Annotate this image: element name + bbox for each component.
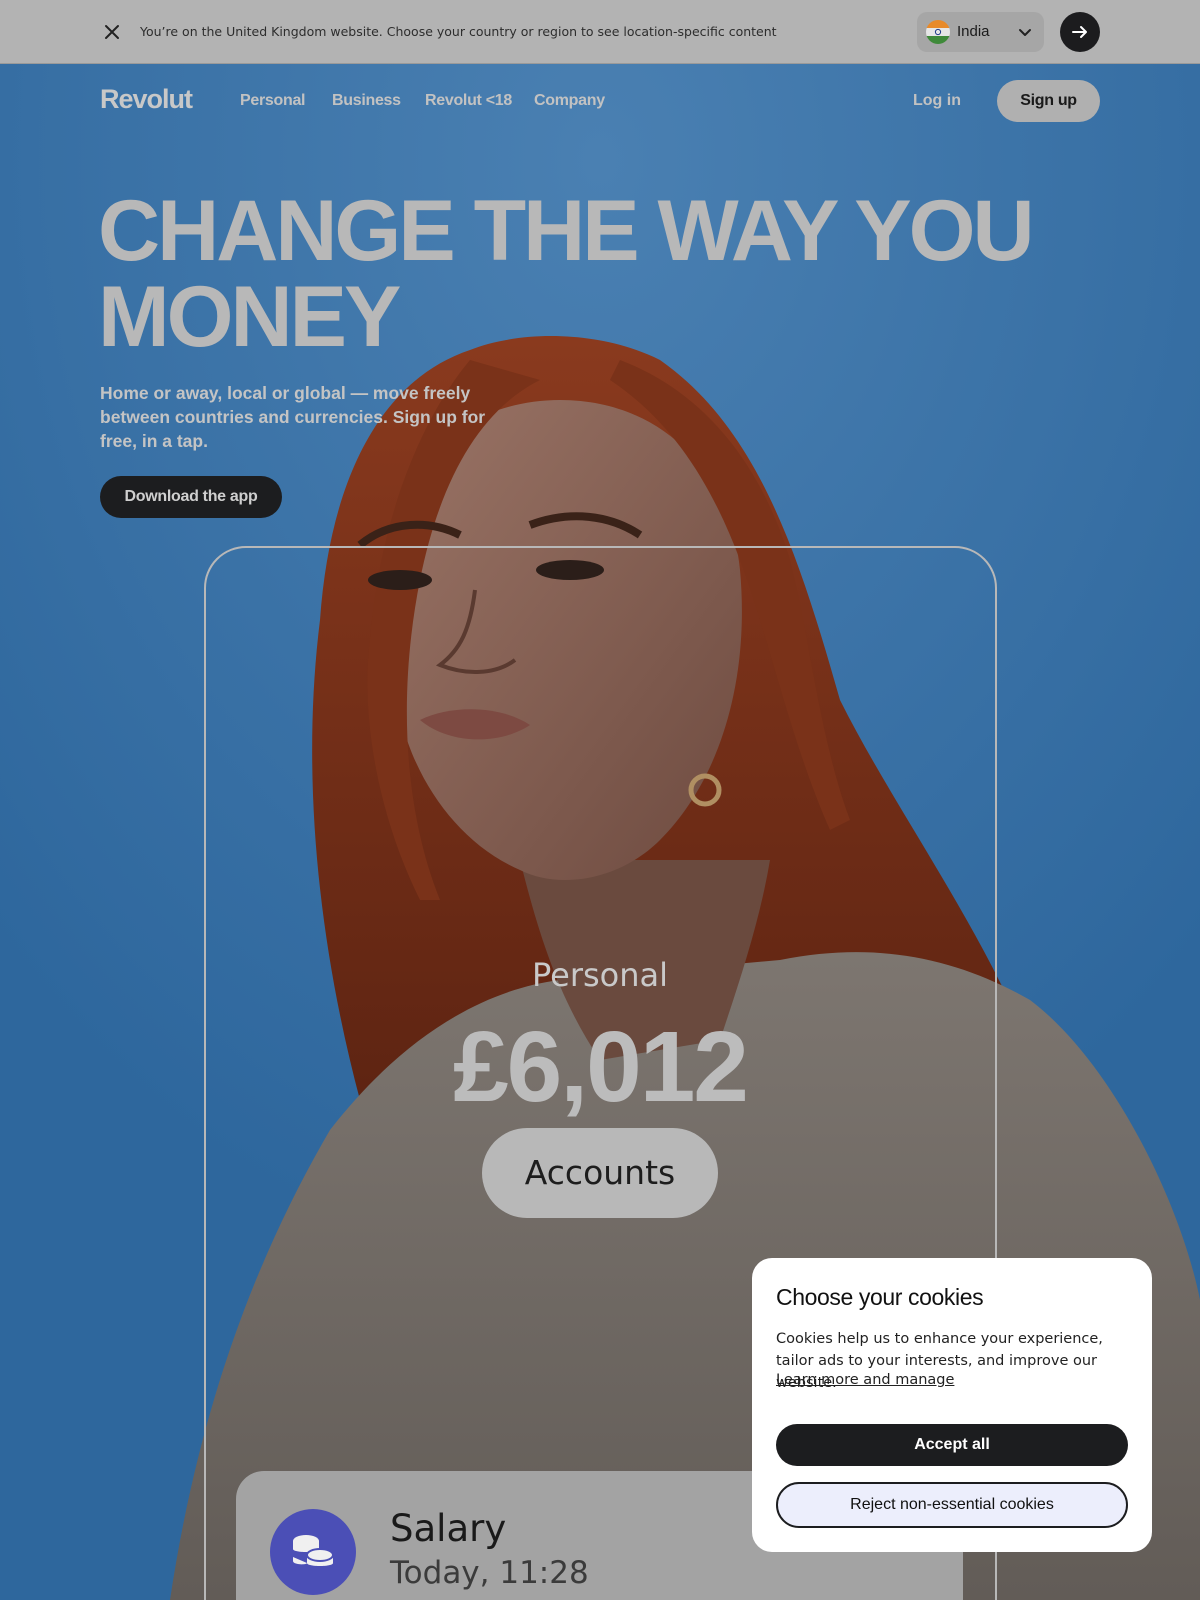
transaction-title: Salary xyxy=(390,1507,507,1550)
nav-link-revolut-under-18[interactable]: Revolut <18 xyxy=(425,92,512,110)
hero-headline-line-2: MONEY xyxy=(98,269,401,365)
account-balance: £6,012 xyxy=(453,1011,749,1123)
coins-icon xyxy=(270,1509,356,1595)
nav-link-business[interactable]: Business xyxy=(332,92,401,110)
main-nav: Revolut Personal Business Revolut <18 Co… xyxy=(0,64,1200,136)
hero-headline-line-1: CHANGE THE WAY YOU xyxy=(98,183,1035,279)
accounts-button[interactable]: Accounts xyxy=(482,1128,718,1218)
chevron-down-icon xyxy=(1017,24,1033,40)
cookie-dialog: Choose your cookies Cookies help us to e… xyxy=(752,1258,1152,1552)
revolut-logo[interactable]: Revolut xyxy=(100,84,193,115)
location-banner: You’re on the United Kingdom website. Ch… xyxy=(0,0,1200,64)
reject-cookies-button[interactable]: Reject non-essential cookies xyxy=(776,1482,1128,1528)
india-flag-icon xyxy=(926,20,950,44)
cookie-title: Choose your cookies xyxy=(776,1284,984,1310)
nav-link-company[interactable]: Company xyxy=(534,92,605,110)
login-link[interactable]: Log in xyxy=(913,92,961,110)
accept-all-cookies-button[interactable]: Accept all xyxy=(776,1424,1128,1466)
hero-subtext: Home or away, local or global — move fre… xyxy=(100,383,486,451)
close-icon[interactable] xyxy=(100,20,124,44)
download-app-button[interactable]: Download the app xyxy=(100,476,282,518)
nav-link-personal[interactable]: Personal xyxy=(240,92,305,110)
signup-button[interactable]: Sign up xyxy=(997,80,1100,122)
transaction-time: Today, 11:28 xyxy=(390,1555,589,1591)
country-select[interactable]: India xyxy=(917,12,1044,52)
learn-more-link[interactable]: Learn more and manage xyxy=(776,1372,954,1388)
hero-headline: CHANGE THE WAY YOU MONEY xyxy=(98,188,1098,360)
go-to-country-button[interactable] xyxy=(1060,12,1100,52)
country-select-value: India xyxy=(957,23,990,40)
location-message: You’re on the United Kingdom website. Ch… xyxy=(140,24,777,39)
arrow-right-icon xyxy=(1072,26,1087,38)
account-label: Personal xyxy=(531,956,669,994)
